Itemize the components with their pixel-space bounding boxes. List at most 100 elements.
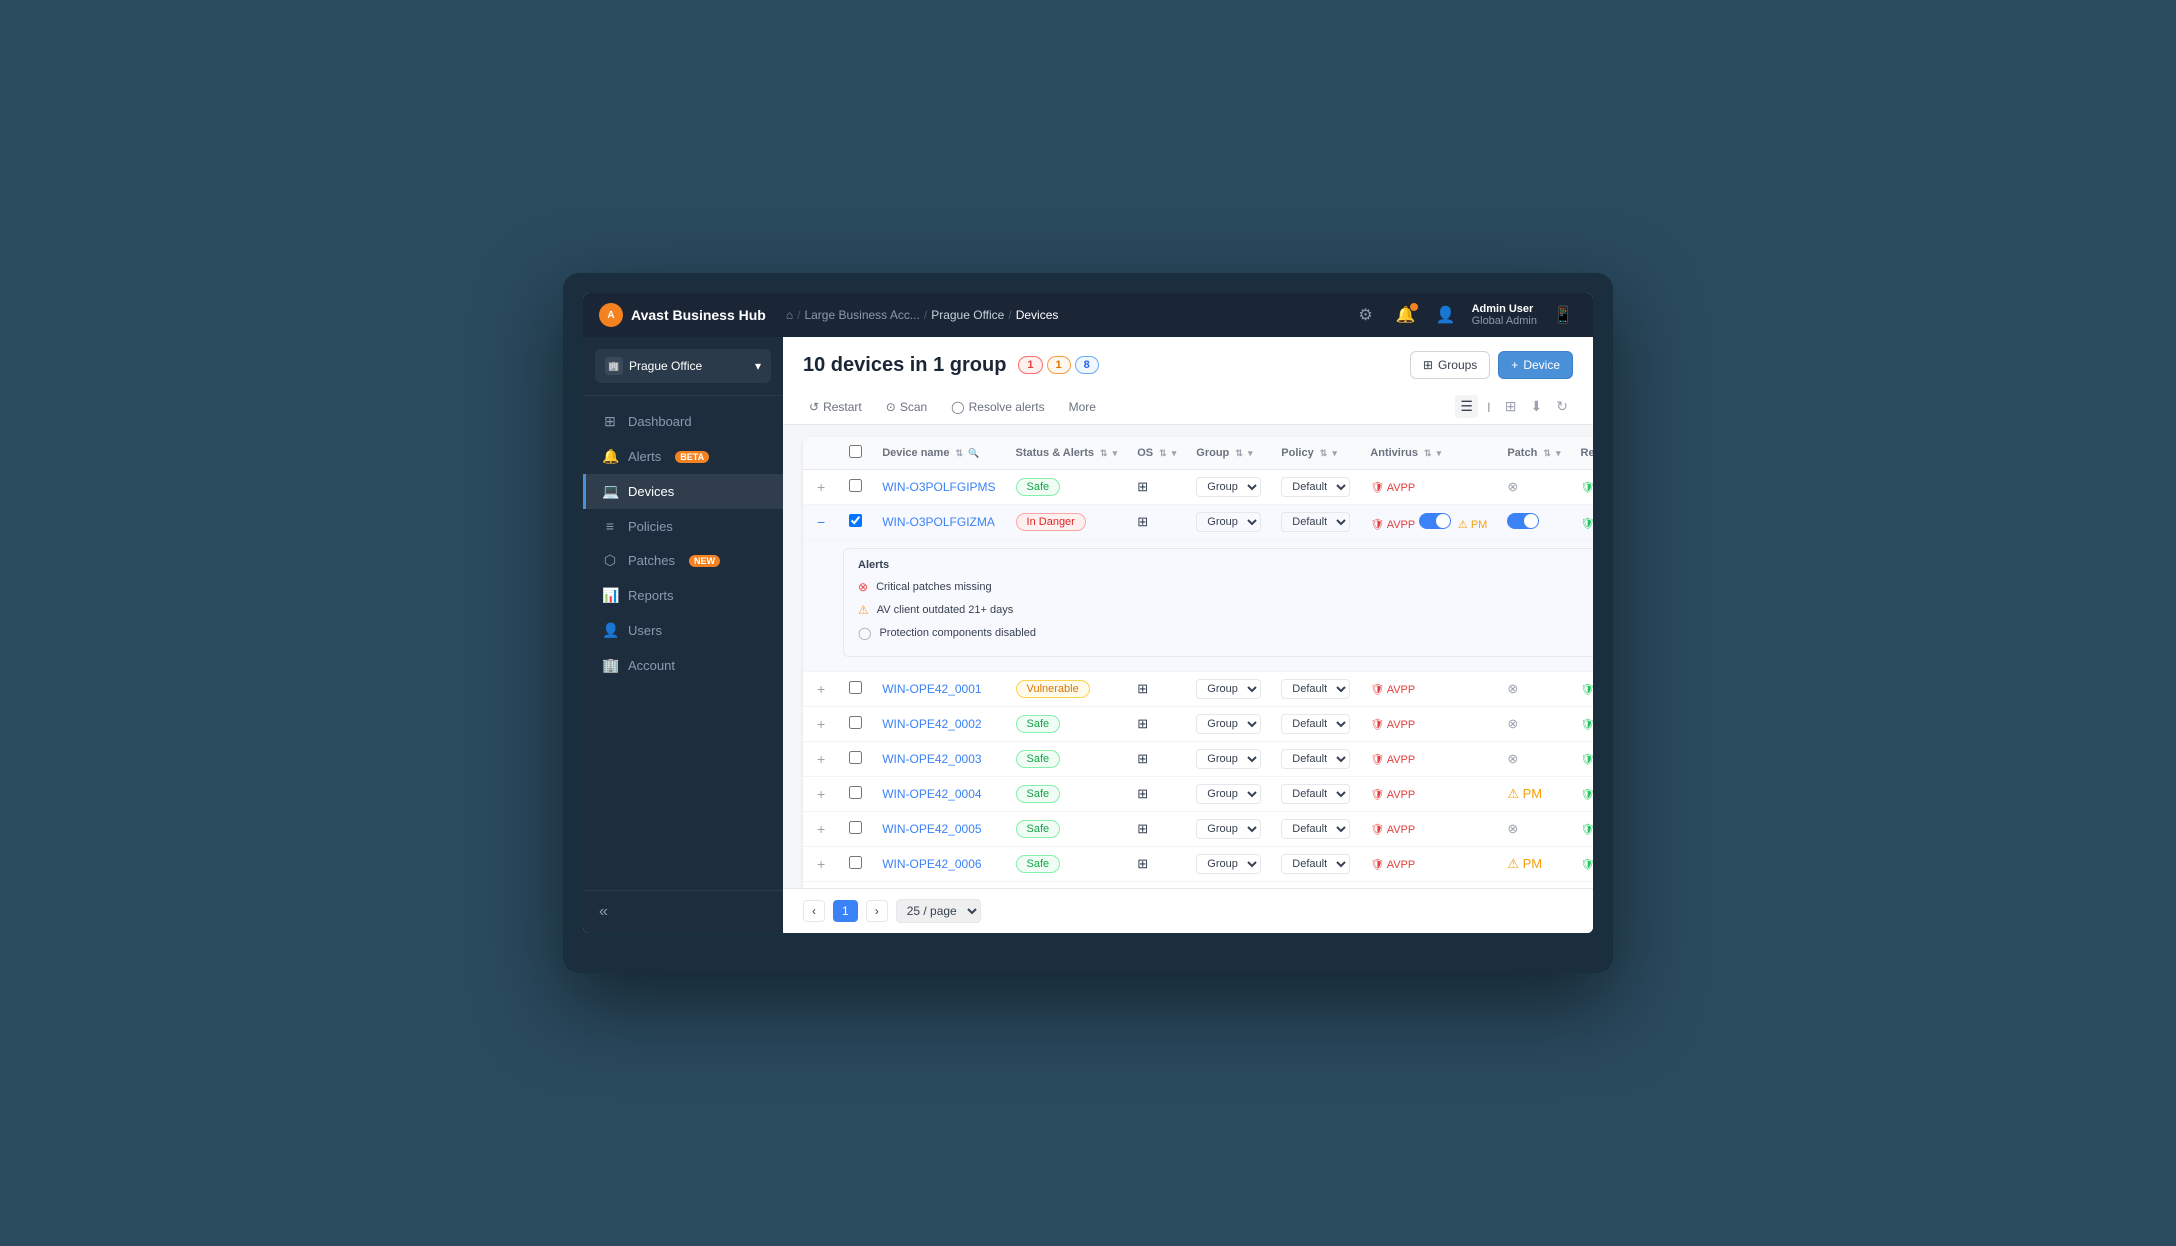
device-name-link[interactable]: WIN-OPE42_0005 bbox=[882, 822, 981, 836]
group-select[interactable]: Group bbox=[1196, 784, 1261, 804]
more-button[interactable]: More bbox=[1063, 396, 1102, 418]
sidebar-item-label: Patches bbox=[628, 553, 675, 568]
device-name-link[interactable]: WIN-OPE42_0003 bbox=[882, 752, 981, 766]
sidebar-item-dashboard[interactable]: ⊞ Dashboard bbox=[583, 404, 783, 439]
row-checkbox[interactable] bbox=[849, 716, 862, 729]
groups-icon: ⊞ bbox=[1423, 358, 1433, 372]
group-select[interactable]: Group bbox=[1196, 854, 1261, 874]
refresh-button[interactable]: ↻ bbox=[1551, 395, 1573, 418]
device-name-link[interactable]: WIN-OPE42_0004 bbox=[882, 787, 981, 801]
view-compact-button[interactable]: I bbox=[1482, 395, 1496, 418]
antivirus-badge: 🛡 AVPP bbox=[1370, 823, 1415, 836]
device-name-link[interactable]: WIN-O3POLFGIZMA bbox=[882, 515, 995, 529]
group-select[interactable]: Group bbox=[1196, 512, 1261, 532]
group-select[interactable]: Group bbox=[1196, 749, 1261, 769]
policy-select[interactable]: Default bbox=[1281, 512, 1350, 532]
row-checkbox[interactable] bbox=[849, 514, 862, 527]
pagination-next-button[interactable]: › bbox=[866, 900, 888, 922]
device-name-link[interactable]: WIN-OPE42_0002 bbox=[882, 717, 981, 731]
row-checkbox[interactable] bbox=[849, 479, 862, 492]
patch-toggle[interactable] bbox=[1507, 513, 1539, 529]
expand-row-button[interactable]: + bbox=[813, 786, 829, 802]
nav-section: ⊞ Dashboard 🔔 Alerts BETA 💻 Devices ≡ bbox=[583, 396, 783, 890]
alert-row-av: ⚠ AV client outdated 21+ days 2 Days Upd… bbox=[858, 600, 1593, 619]
patch-icon: ⊗ bbox=[1507, 821, 1518, 836]
th-antivirus: Antivirus ⇅ ▾ bbox=[1360, 437, 1497, 470]
select-all-checkbox[interactable] bbox=[849, 445, 862, 458]
policy-select[interactable]: Default bbox=[1281, 819, 1350, 839]
sidebar-item-devices[interactable]: 💻 Devices bbox=[583, 474, 783, 509]
sidebar-item-account[interactable]: 🏢 Account bbox=[583, 648, 783, 683]
antivirus-badge: 🛡 AVPP bbox=[1370, 858, 1415, 871]
sidebar-item-policies[interactable]: ≡ Policies bbox=[583, 509, 783, 543]
td-os: ⊞ bbox=[1127, 505, 1186, 540]
table-row: + WIN-O3POLFGIPMS Safe ⊞ Group Default 🛡… bbox=[803, 470, 1593, 505]
table-header-row: Device name ⇅ 🔍 Status & Alerts ⇅ ▾ OS ⇅… bbox=[803, 437, 1593, 470]
group-select[interactable]: Group bbox=[1196, 679, 1261, 699]
expand-row-button[interactable]: + bbox=[813, 716, 829, 732]
row-checkbox[interactable] bbox=[849, 856, 862, 869]
policy-select[interactable]: Default bbox=[1281, 679, 1350, 699]
add-device-button[interactable]: + Device bbox=[1498, 351, 1573, 379]
group-select[interactable]: Group bbox=[1196, 819, 1261, 839]
device-manager-icon[interactable]: 📱 bbox=[1549, 301, 1577, 329]
row-checkbox[interactable] bbox=[849, 786, 862, 799]
screen: A Avast Business Hub ⌂ / Large Business … bbox=[583, 293, 1593, 933]
download-button[interactable]: ⬇ bbox=[1526, 395, 1548, 418]
policy-select[interactable]: Default bbox=[1281, 477, 1350, 497]
collapse-sidebar-button[interactable]: « bbox=[599, 903, 608, 921]
sidebar-item-label: Reports bbox=[628, 588, 674, 603]
per-page-select[interactable]: 25 / page 10 / page 50 / page bbox=[896, 899, 981, 923]
sidebar-item-alerts[interactable]: 🔔 Alerts BETA bbox=[583, 439, 783, 474]
expand-row-button[interactable]: − bbox=[813, 514, 829, 530]
row-checkbox[interactable] bbox=[849, 681, 862, 694]
policy-select[interactable]: Default bbox=[1281, 714, 1350, 734]
pagination-prev-button[interactable]: ‹ bbox=[803, 900, 825, 922]
restart-button[interactable]: ↺ Restart bbox=[803, 396, 868, 418]
notifications-icon[interactable]: 🔔 bbox=[1392, 301, 1420, 329]
rpc-badge: 🛡 PRC bbox=[1581, 823, 1594, 836]
td-policy: Default bbox=[1271, 470, 1360, 505]
header-actions: ⊞ Groups + Device bbox=[1410, 351, 1573, 379]
row-checkbox[interactable] bbox=[849, 821, 862, 834]
office-dropdown-icon: ▾ bbox=[755, 359, 761, 373]
breadcrumb-item-2[interactable]: Prague Office bbox=[931, 308, 1004, 322]
expand-row-button[interactable]: + bbox=[813, 479, 829, 495]
count-badge-orange: 1 bbox=[1047, 356, 1071, 374]
expand-row-button[interactable]: + bbox=[813, 681, 829, 697]
expand-row-button[interactable]: + bbox=[813, 821, 829, 837]
notification-badge-dot bbox=[1410, 303, 1418, 311]
home-icon: ⌂ bbox=[786, 308, 793, 322]
device-name-link[interactable]: WIN-OPE42_0006 bbox=[882, 857, 981, 871]
scan-button[interactable]: ⊙ Scan bbox=[880, 396, 933, 418]
td-patch bbox=[1497, 505, 1570, 540]
expand-row-button[interactable]: + bbox=[813, 856, 829, 872]
view-grid-button[interactable]: ⊞ bbox=[1500, 395, 1522, 418]
alert-row-critical: ⊗ Critical patches missing 6 Min View pa… bbox=[858, 577, 1593, 596]
sidebar-item-patches[interactable]: ⬡ Patches NEW bbox=[583, 543, 783, 578]
view-list-button[interactable]: ☰ bbox=[1455, 395, 1478, 418]
sidebar-item-reports[interactable]: 📊 Reports bbox=[583, 578, 783, 613]
policy-select[interactable]: Default bbox=[1281, 854, 1350, 874]
group-select[interactable]: Group bbox=[1196, 477, 1261, 497]
policy-select[interactable]: Default bbox=[1281, 784, 1350, 804]
row-checkbox[interactable] bbox=[849, 751, 862, 764]
td-device-name: WIN-O3POLFGIPMS bbox=[872, 470, 1005, 505]
policy-select[interactable]: Default bbox=[1281, 749, 1350, 769]
rpc-badge: 🛡 PRC bbox=[1581, 718, 1594, 731]
pagination-page-1[interactable]: 1 bbox=[833, 900, 858, 922]
expand-row-button[interactable]: + bbox=[813, 751, 829, 767]
device-name-link[interactable]: WIN-OPE42_0001 bbox=[882, 682, 981, 696]
sidebar-item-users[interactable]: 👤 Users bbox=[583, 613, 783, 648]
td-expand: + bbox=[803, 470, 839, 505]
settings-icon[interactable]: ⚙ bbox=[1352, 301, 1380, 329]
groups-button[interactable]: ⊞ Groups bbox=[1410, 351, 1490, 379]
office-dropdown[interactable]: 🏢 Prague Office ▾ bbox=[595, 349, 771, 383]
resolve-alerts-button[interactable]: ◯ Resolve alerts bbox=[945, 396, 1050, 418]
group-select[interactable]: Group bbox=[1196, 714, 1261, 734]
antivirus-toggle[interactable] bbox=[1419, 513, 1451, 529]
sub-actions: ↺ Restart ⊙ Scan ◯ Resolve alerts bbox=[803, 389, 1573, 424]
device-name-link[interactable]: WIN-O3POLFGIPMS bbox=[882, 480, 995, 494]
user-account-icon[interactable]: 👤 bbox=[1432, 301, 1460, 329]
more-label: More bbox=[1069, 400, 1096, 414]
